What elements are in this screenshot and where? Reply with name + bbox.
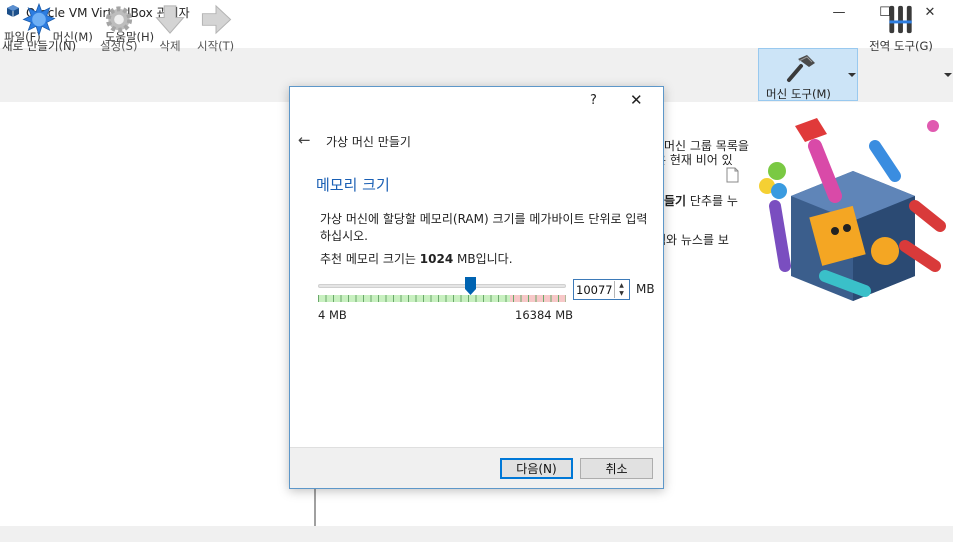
memory-size-spinbox[interactable]: ▲ ▼ — [573, 279, 630, 300]
help-button[interactable]: ? — [590, 93, 597, 108]
dialog-close-button[interactable]: ✕ — [630, 91, 643, 109]
discard-label: 삭제 — [159, 39, 181, 53]
down-arrow-icon — [155, 5, 185, 34]
settings-label: 설정(S) — [100, 39, 138, 53]
cancel-button[interactable]: 취소 — [580, 458, 653, 479]
machine-tools-button[interactable]: 머신 도구(M) — [758, 48, 858, 101]
right-arrow-icon — [201, 4, 231, 35]
memory-size-input[interactable] — [576, 281, 614, 298]
welcome-text-bold: 들기 — [664, 194, 687, 208]
new-vm-button[interactable]: 새로 만들기(N) — [2, 0, 76, 54]
recommend-value: 1024 — [419, 252, 454, 266]
slider-max-label: 16384 MB — [515, 308, 574, 322]
global-tools-button[interactable]: 전역 도구(G) — [865, 0, 937, 54]
document-icon — [726, 167, 739, 183]
dialog-footer: 다음(N) 취소 — [290, 447, 663, 488]
welcome-text-line4: 웹와 뉴스를 보 — [655, 233, 729, 247]
vm-list-pane[interactable] — [0, 102, 316, 526]
memory-slider-scale — [318, 295, 566, 302]
global-tools-label: 전역 도구(G) — [869, 39, 933, 53]
welcome-text-line3: 들기 단추를 누 — [664, 192, 738, 209]
recommend-prefix: 추천 메모리 크기는 — [320, 252, 420, 266]
wizard-title: 가상 머신 만들기 — [326, 135, 411, 149]
welcome-text-line3-rest: 단추를 누 — [686, 194, 738, 208]
start-label: 시작(T) — [197, 39, 235, 53]
spin-down-icon[interactable]: ▼ — [615, 290, 628, 299]
create-vm-dialog: ? ✕ ← 가상 머신 만들기 메모리 크기 가상 머신에 할당할 메모리(RA… — [289, 86, 664, 489]
machine-tools-dropdown-icon[interactable] — [848, 73, 856, 77]
next-button[interactable]: 다음(N) — [500, 458, 573, 479]
hammer-icon — [787, 55, 815, 82]
global-tools-dropdown-icon[interactable] — [944, 73, 952, 77]
slider-min-label: 4 MB — [318, 308, 347, 322]
status-strip — [0, 526, 953, 542]
memory-description: 가상 머신에 할당할 메모리(RAM) 크기를 메가바이트 단위로 입력하십시오… — [320, 212, 648, 243]
spin-buttons: ▲ ▼ — [614, 281, 628, 298]
new-star-icon — [22, 3, 56, 36]
spin-up-icon[interactable]: ▲ — [615, 281, 628, 290]
title-bar: Oracle VM VirtualBox 관리자 — ☐ ✕ — [0, 0, 953, 24]
tools-icon — [889, 5, 912, 34]
machine-tools-label: 머신 도구(M) — [766, 87, 831, 101]
new-vm-label: 새로 만들기(N) — [2, 39, 77, 53]
welcome-text-line2: 은 현재 비어 있 — [655, 153, 733, 167]
slider-tick-marks — [318, 295, 566, 302]
start-button[interactable]: 시작(T) — [197, 0, 234, 54]
discard-button[interactable]: 삭제 — [153, 0, 187, 54]
memory-slider-track[interactable] — [318, 284, 566, 288]
recommend-suffix: MB입니다. — [453, 252, 513, 266]
virtualbox-mascot-illustration — [759, 118, 946, 301]
page-heading: 메모리 크기 — [316, 176, 390, 194]
recommended-memory-text: 추천 메모리 크기는 1024 MB입니다. — [320, 250, 513, 267]
gear-icon — [105, 6, 132, 33]
minimize-button[interactable]: — — [816, 0, 862, 24]
back-arrow-icon[interactable]: ← — [298, 131, 311, 149]
memory-unit-label: MB — [636, 282, 655, 296]
memory-slider-thumb[interactable] — [465, 277, 476, 295]
settings-button[interactable]: 설정(S) — [100, 0, 137, 54]
